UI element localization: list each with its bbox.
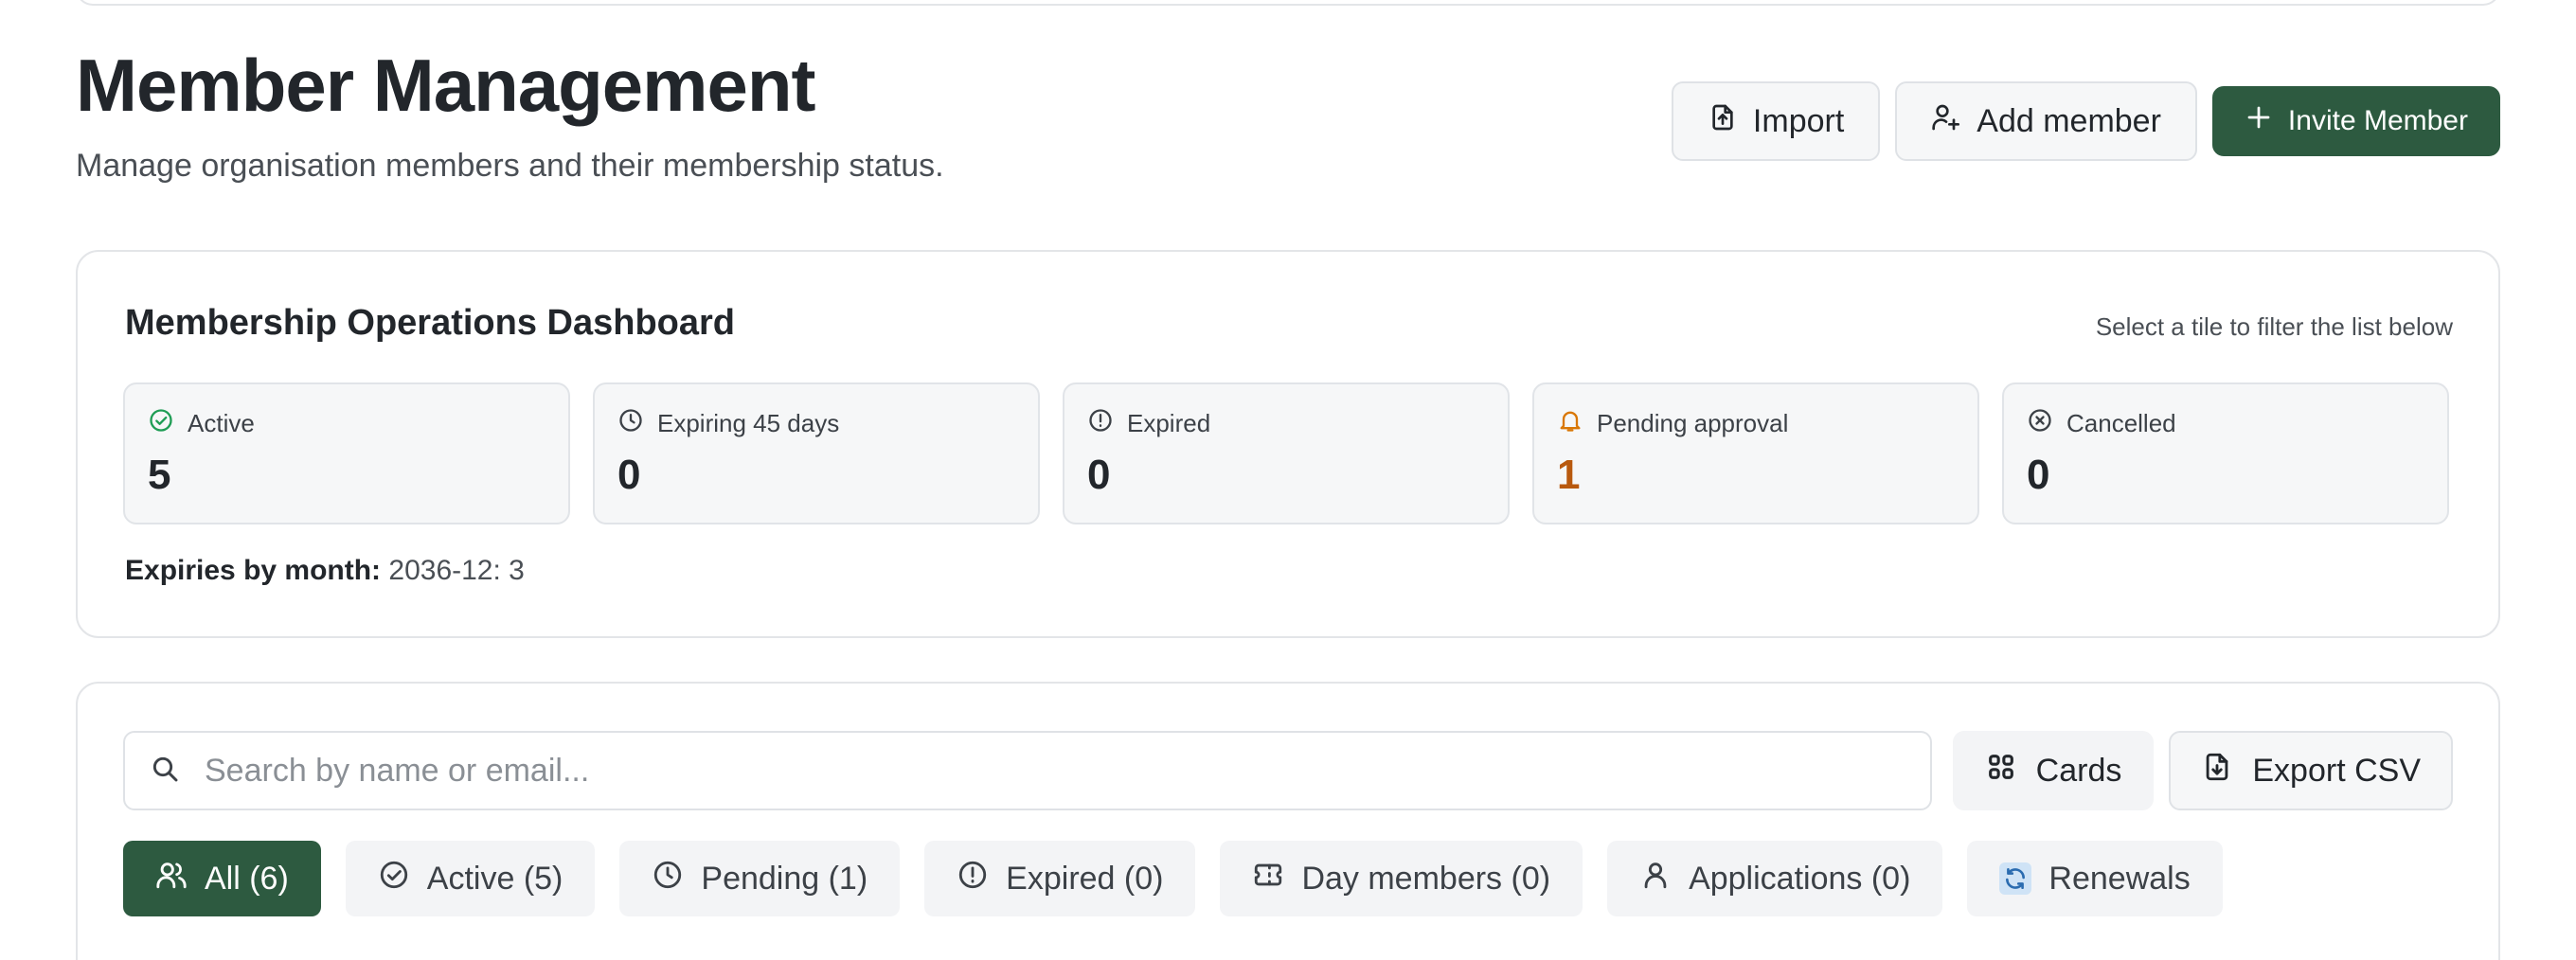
tile-value: 0 — [617, 452, 641, 498]
tile-expiring[interactable]: Expiring 45 days 0 — [593, 382, 1040, 524]
tab-expired[interactable]: Expired (0) — [924, 841, 1196, 916]
page-title: Member Management — [76, 44, 816, 127]
cards-view-button[interactable]: Cards — [1952, 731, 2155, 810]
user-icon — [1639, 859, 1672, 899]
invite-member-button[interactable]: Invite Member — [2211, 86, 2500, 156]
expiries-value: 2036-12: 3 — [388, 555, 525, 586]
stat-tiles: Active 5 Expiring 45 days 0 Expired 0 Pe… — [123, 382, 2449, 524]
tab-all[interactable]: All (6) — [123, 841, 321, 916]
tile-label: Cancelled — [2066, 409, 2176, 437]
check-circle-icon — [148, 407, 174, 440]
invite-member-label: Invite Member — [2287, 105, 2468, 136]
tile-value: 5 — [148, 452, 171, 498]
tab-renewals[interactable]: Renewals — [1967, 841, 2223, 916]
page-subtitle: Manage organisation members and their me… — [76, 148, 944, 184]
tile-active[interactable]: Active 5 — [123, 382, 570, 524]
dashboard-hint: Select a tile to filter the list below — [2095, 312, 2453, 341]
clock-icon — [617, 407, 644, 440]
tile-pending-approval[interactable]: Pending approval 1 — [1532, 382, 1979, 524]
tab-label: Applications (0) — [1689, 860, 1911, 897]
bell-icon — [1557, 407, 1583, 440]
tab-applications[interactable]: Applications (0) — [1607, 841, 1943, 916]
header-actions: Import Add member Invite Member — [1671, 81, 2500, 161]
tab-label: Expired (0) — [1006, 860, 1164, 897]
tab-label: Active (5) — [426, 860, 564, 897]
file-download-icon — [2201, 751, 2233, 791]
plus-icon — [2245, 103, 2273, 139]
users-icon — [155, 859, 188, 899]
tile-label: Expiring 45 days — [657, 409, 840, 437]
list-tools: Cards Export CSV — [1952, 731, 2453, 810]
tab-label: Renewals — [2048, 860, 2191, 897]
tab-label: Day members (0) — [1301, 860, 1551, 897]
import-label: Import — [1752, 102, 1845, 139]
tile-value: 1 — [1557, 452, 1581, 498]
check-circle-icon — [378, 859, 410, 899]
ticket-icon — [1252, 859, 1284, 899]
tile-label: Active — [188, 409, 255, 437]
tile-label: Expired — [1127, 409, 1211, 437]
x-circle-icon — [2027, 407, 2053, 440]
grid-icon — [1985, 751, 2017, 791]
tab-label: Pending (1) — [701, 860, 868, 897]
tile-value: 0 — [1087, 452, 1111, 498]
tile-expired[interactable]: Expired 0 — [1063, 382, 1510, 524]
refresh-icon — [1999, 862, 2032, 895]
import-button[interactable]: Import — [1671, 81, 1881, 161]
tab-active[interactable]: Active (5) — [345, 841, 596, 916]
alert-circle-icon — [957, 859, 989, 899]
clock-icon — [652, 859, 684, 899]
status-filter-tabs: All (6) Active (5) Pending (1) Expired (… — [123, 841, 2223, 916]
file-upload-icon — [1708, 102, 1738, 141]
tile-value: 0 — [2027, 452, 2050, 498]
search-input[interactable] — [205, 752, 1890, 790]
alert-circle-icon — [1087, 407, 1114, 440]
membership-dashboard: Membership Operations Dashboard Select a… — [76, 250, 2500, 638]
export-csv-button[interactable]: Export CSV — [2169, 731, 2453, 810]
expiries-by-month: Expiries by month: 2036-12: 3 — [125, 555, 525, 587]
tile-cancelled[interactable]: Cancelled 0 — [2002, 382, 2449, 524]
search-icon — [150, 754, 180, 789]
add-member-label: Add member — [1977, 102, 2161, 139]
top-panel-edge — [76, 0, 2500, 6]
search-box — [123, 731, 1932, 810]
tile-label: Pending approval — [1597, 409, 1789, 437]
tab-label: All (6) — [205, 860, 289, 897]
dashboard-title: Membership Operations Dashboard — [125, 303, 736, 343]
add-member-button[interactable]: Add member — [1895, 81, 2197, 161]
member-list-panel: Cards Export CSV All (6) Active (5) P — [76, 682, 2500, 960]
user-plus-icon — [1931, 102, 1961, 141]
tab-pending[interactable]: Pending (1) — [619, 841, 901, 916]
export-csv-label: Export CSV — [2252, 752, 2421, 789]
tab-day-members[interactable]: Day members (0) — [1220, 841, 1583, 916]
cards-label: Cards — [2035, 752, 2122, 789]
expiries-label: Expiries by month: — [125, 555, 382, 586]
